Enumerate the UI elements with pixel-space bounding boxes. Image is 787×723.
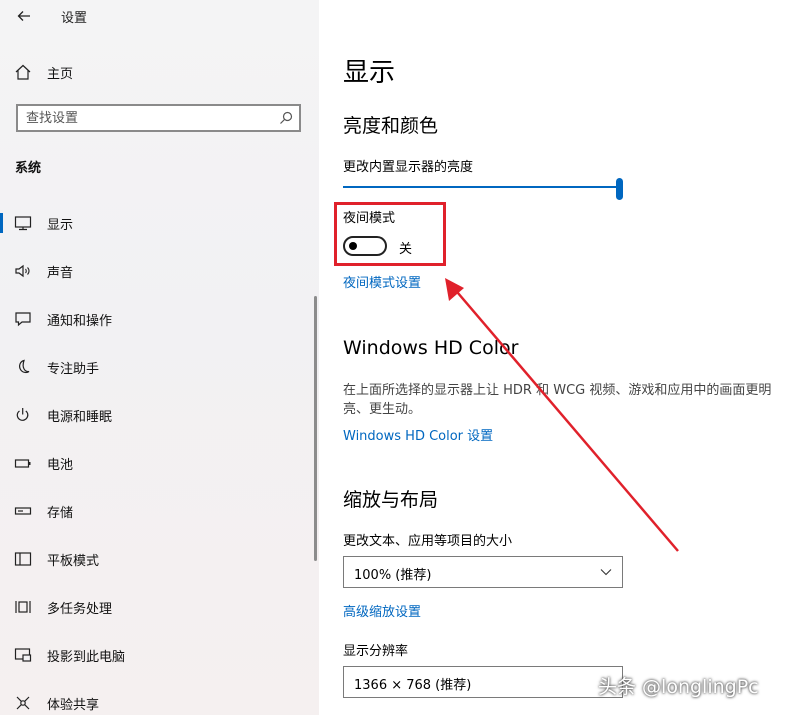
sidebar-item-notifications[interactable]: 通知和操作: [0, 299, 319, 339]
chevron-down-icon: [600, 569, 612, 576]
title-bar: 设置: [0, 0, 319, 32]
sidebar-item-label: 平板模式: [47, 554, 100, 569]
search-input[interactable]: [26, 109, 266, 127]
sidebar-item-storage[interactable]: 存储: [0, 491, 319, 531]
page-title: 显示: [343, 58, 396, 88]
sidebar-item-focus-assist[interactable]: 专注助手: [0, 347, 319, 387]
sidebar-item-label: 多任务处理: [47, 602, 113, 617]
scale-heading: 缩放与布局: [343, 489, 439, 511]
monitor-icon: [14, 216, 32, 231]
main-content: 显示 亮度和颜色 更改内置显示器的亮度 夜间模式 关 夜间模式设置 Window…: [319, 0, 787, 715]
brightness-slider-track[interactable]: [343, 186, 619, 188]
sidebar-item-label: 声音: [47, 266, 74, 281]
section-label-system: 系统: [15, 161, 42, 176]
sidebar-item-label: 专注助手: [47, 362, 100, 377]
search-box[interactable]: [16, 104, 301, 132]
hdr-description: 在上面所选择的显示器上让 HDR 和 WCG 视频、游戏和应用中的画面更明亮、更…: [343, 383, 772, 417]
scale-dropdown[interactable]: 100% (推荐): [343, 556, 623, 588]
sidebar-home-label: 主页: [47, 67, 74, 82]
sidebar-item-battery[interactable]: 电池: [0, 443, 319, 483]
brightness-slider-thumb[interactable]: [616, 178, 623, 200]
window-title: 设置: [61, 11, 88, 26]
sidebar-item-label: 显示: [47, 218, 74, 233]
sidebar-item-label: 通知和操作: [47, 314, 113, 329]
hdr-settings-link[interactable]: Windows HD Color 设置: [343, 425, 493, 444]
tablet-icon: [14, 552, 32, 566]
sidebar-item-sound[interactable]: 声音: [0, 251, 319, 291]
sidebar-item-home[interactable]: 主页: [0, 52, 319, 92]
resolution-label: 显示分辨率: [343, 644, 409, 659]
watermark: 头条 @longlingPc: [598, 676, 759, 698]
resolution-dropdown[interactable]: 1366 × 768 (推荐): [343, 666, 623, 698]
scale-dropdown-value: 100% (推荐): [354, 568, 432, 583]
back-arrow-icon: [17, 11, 30, 21]
sidebar-scrollbar[interactable]: [314, 296, 317, 561]
project-icon: [14, 648, 32, 662]
sidebar-item-label: 存储: [47, 506, 74, 521]
brightness-label: 更改内置显示器的亮度: [343, 160, 474, 175]
sidebar-item-label: 体验共享: [47, 698, 100, 713]
share-icon: [16, 696, 30, 710]
sidebar-item-label: 电源和睡眠: [47, 410, 113, 425]
sidebar: 设置 主页 系统 显示 声音 通知和操作: [0, 0, 319, 715]
night-light-settings-link[interactable]: 夜间模式设置: [343, 272, 421, 291]
resolution-dropdown-value: 1366 × 768 (推荐): [354, 678, 472, 693]
battery-icon: [14, 459, 31, 468]
sidebar-item-project[interactable]: 投影到此电脑: [0, 635, 319, 675]
home-icon: [15, 64, 31, 80]
sidebar-item-tablet-mode[interactable]: 平板模式: [0, 539, 319, 579]
sidebar-item-shared-experiences[interactable]: 体验共享: [0, 683, 319, 723]
power-icon: [16, 408, 29, 421]
sidebar-item-display[interactable]: 显示: [0, 203, 319, 243]
brightness-heading: 亮度和颜色: [343, 115, 439, 137]
sidebar-item-multitasking[interactable]: 多任务处理: [0, 587, 319, 627]
hdr-heading: Windows HD Color: [343, 337, 519, 359]
moon-icon: [19, 359, 30, 374]
speaker-icon: [15, 264, 30, 278]
notification-icon: [15, 312, 31, 327]
back-button[interactable]: [12, 4, 36, 28]
sidebar-item-label: 投影到此电脑: [47, 650, 126, 665]
sidebar-item-power-sleep[interactable]: 电源和睡眠: [0, 395, 319, 435]
multitask-icon: [15, 601, 31, 613]
sidebar-item-label: 电池: [47, 458, 74, 473]
scale-label: 更改文本、应用等项目的大小: [343, 534, 513, 549]
search-icon: [280, 111, 293, 124]
highlight-annotation-box: [334, 202, 446, 266]
storage-icon: [14, 507, 32, 515]
advanced-scaling-link[interactable]: 高级缩放设置: [343, 601, 421, 620]
